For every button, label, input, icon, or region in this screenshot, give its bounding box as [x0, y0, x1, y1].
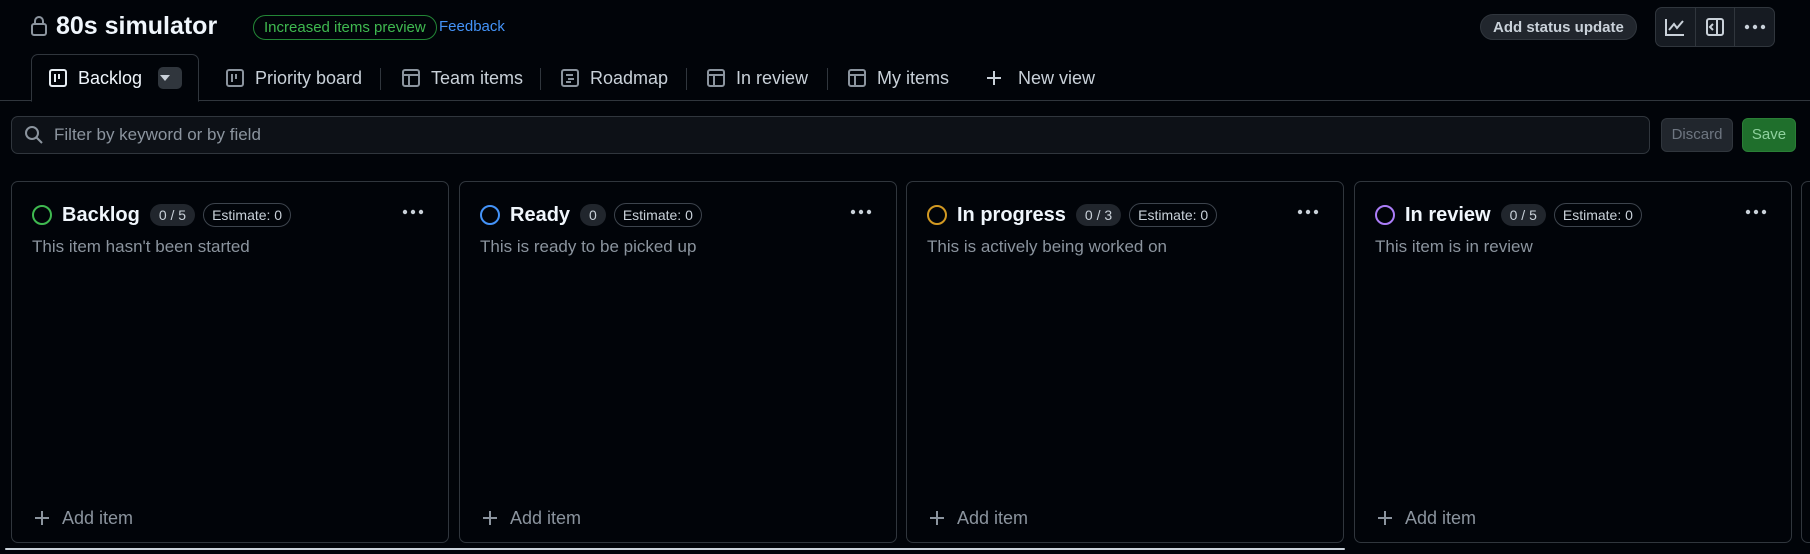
status-circle-icon [1375, 205, 1395, 225]
horizontal-scrollbar[interactable] [5, 548, 1345, 550]
estimate-badge: Estimate: 0 [203, 203, 292, 227]
column-description: This item is in review [1375, 237, 1533, 256]
search-icon [25, 126, 43, 144]
kebab-icon [1744, 24, 1765, 30]
board-column-in-progress: In progress 0 / 3 Estimate: 0 This is ac… [906, 181, 1344, 543]
column-menu-button[interactable] [398, 202, 428, 222]
view-tabs: Backlog Priority board Team items Roadma… [0, 54, 1810, 102]
tab-roadmap[interactable]: Roadmap [560, 55, 668, 101]
add-item-button[interactable]: Add item [482, 506, 581, 530]
add-item-button[interactable]: Add item [34, 506, 133, 530]
plus-icon [483, 511, 497, 525]
plus-icon [987, 71, 1001, 85]
sidebar-toggle-button[interactable] [1696, 8, 1736, 46]
kebab-icon [1297, 209, 1319, 215]
filter-input[interactable] [54, 125, 1649, 145]
status-circle-icon [32, 205, 52, 225]
tab-divider [540, 68, 541, 90]
add-status-update-button[interactable]: Add status update [1480, 14, 1637, 40]
board-column-in-review: In review 0 / 5 Estimate: 0 This item is… [1354, 181, 1792, 543]
estimate-badge: Estimate: 0 [1129, 203, 1218, 227]
status-circle-icon [480, 205, 500, 225]
item-count-badge: 0 / 5 [1500, 204, 1546, 226]
plus-icon [1378, 511, 1392, 525]
column-description: This item hasn't been started [32, 237, 250, 256]
tab-label: Backlog [78, 67, 143, 88]
column-header: Ready 0 Estimate: 0 [480, 202, 876, 228]
table-icon [848, 69, 866, 87]
preview-badge: Increased items preview [253, 15, 437, 40]
column-description: This is ready to be picked up [480, 237, 697, 256]
add-item-label: Add item [510, 507, 582, 528]
column-name: In progress [957, 203, 1066, 226]
tab-label: In review [736, 67, 809, 88]
graph-icon [1665, 19, 1685, 36]
tab-label: My items [877, 67, 949, 88]
add-item-label: Add item [62, 507, 134, 528]
tab-my-items[interactable]: My items [847, 55, 949, 101]
column-description: This is actively being worked on [927, 237, 1168, 256]
roadmap-icon [561, 69, 579, 87]
add-item-label: Add item [957, 507, 1029, 528]
board-column-partial [1801, 181, 1810, 543]
table-icon [402, 69, 420, 87]
column-menu-button[interactable] [1293, 202, 1323, 222]
add-item-button[interactable]: Add item [929, 506, 1028, 530]
item-count-badge: 0 / 3 [1075, 204, 1122, 226]
plus-icon [35, 511, 49, 525]
table-icon [707, 69, 725, 87]
tab-in-review[interactable]: In review [706, 55, 808, 101]
column-header: In review 0 / 5 Estimate: 0 [1375, 202, 1771, 228]
tab-priority-board[interactable]: Priority board [225, 55, 362, 101]
board-column-backlog: Backlog 0 / 5 Estimate: 0 This item hasn… [11, 181, 449, 543]
status-circle-icon [927, 205, 947, 225]
tab-divider [380, 68, 381, 90]
tab-label: Priority board [255, 67, 363, 88]
column-name: In review [1405, 203, 1491, 226]
item-count-badge: 0 / 5 [149, 204, 196, 226]
column-name: Backlog [62, 203, 140, 226]
tab-divider [686, 68, 687, 90]
discard-button[interactable]: Discard [1661, 118, 1733, 152]
tab-divider [827, 68, 828, 90]
estimate-badge: Estimate: 0 [1553, 203, 1642, 227]
item-count-badge: 0 [580, 204, 606, 226]
header-button-group [1655, 7, 1775, 47]
board-icon [226, 69, 244, 87]
tab-label: New view [1018, 67, 1096, 88]
column-menu-button[interactable] [846, 202, 876, 222]
insights-button[interactable] [1656, 8, 1696, 46]
filter-bar [11, 116, 1650, 154]
lock-icon [31, 16, 47, 36]
tab-options-button[interactable] [158, 67, 183, 89]
kebab-icon [850, 209, 872, 215]
column-name: Ready [510, 203, 571, 226]
add-item-button[interactable]: Add item [1377, 506, 1476, 530]
board-column-ready: Ready 0 Estimate: 0 This is ready to be … [459, 181, 897, 543]
board-icon [49, 69, 67, 87]
tab-team-items[interactable]: Team items [401, 55, 523, 101]
column-header: Backlog 0 / 5 Estimate: 0 [32, 202, 428, 228]
sidebar-icon [1706, 18, 1724, 36]
kebab-icon [1745, 209, 1767, 215]
project-title[interactable]: 80s simulator [56, 12, 217, 41]
plus-icon [930, 511, 944, 525]
feedback-link[interactable]: Feedback [439, 18, 505, 35]
top-bar: 80s simulator Increased items preview Fe… [0, 0, 1810, 56]
more-options-button[interactable] [1735, 8, 1774, 46]
new-view-button[interactable]: New view [986, 55, 1095, 101]
tab-label: Team items [431, 67, 524, 88]
tab-backlog[interactable]: Backlog [31, 54, 200, 102]
estimate-badge: Estimate: 0 [613, 203, 702, 227]
column-menu-button[interactable] [1741, 202, 1771, 222]
tab-label: Roadmap [590, 67, 669, 88]
add-item-label: Add item [1405, 507, 1477, 528]
kebab-icon [402, 209, 424, 215]
caret-down-icon [160, 75, 171, 81]
column-header: In progress 0 / 3 Estimate: 0 [927, 202, 1323, 228]
save-button[interactable]: Save [1742, 118, 1796, 152]
